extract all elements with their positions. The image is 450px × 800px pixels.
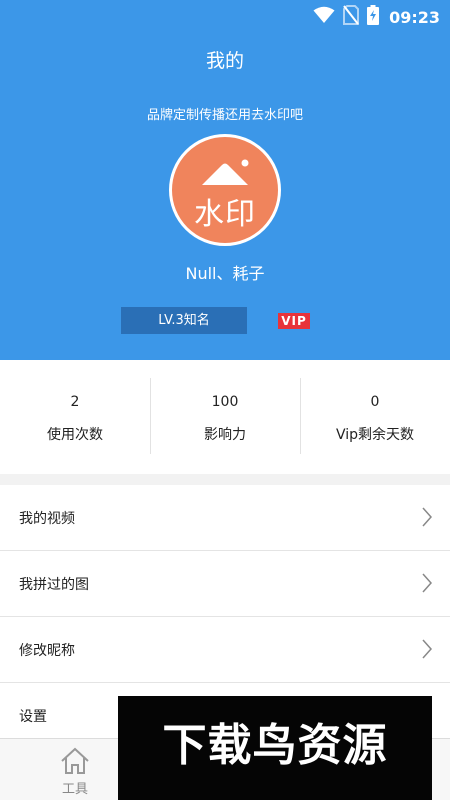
- mountain-image-icon: [202, 159, 249, 185]
- page-title: 我的: [205, 50, 244, 72]
- nickname: Null、耗子: [185, 264, 265, 283]
- menu-item-label: 我拼过的图: [19, 577, 89, 593]
- avatar-text: 水印: [194, 197, 256, 232]
- avatar[interactable]: 水印: [169, 134, 281, 246]
- menu-item-edit-nickname[interactable]: 修改昵称: [0, 617, 450, 683]
- stat-label: 使用次数: [47, 427, 103, 443]
- menu-item-label: 修改昵称: [19, 643, 75, 659]
- home-icon: [61, 747, 89, 774]
- slogan: 品牌定制传播还用去水印吧: [146, 108, 303, 123]
- watermark-banner: 下载鸟资源: [118, 696, 432, 800]
- menu-item-my-videos[interactable]: 我的视频: [0, 485, 450, 551]
- level-badge: LV.3知名: [121, 307, 247, 334]
- stat-influence: 100 影响力: [150, 360, 300, 474]
- profile-header: 09:23 我的 品牌定制传播还用去水印吧 水印 Null、耗子 LV.3知名 …: [0, 0, 450, 360]
- menu-item-my-collages[interactable]: 我拼过的图: [0, 551, 450, 617]
- stat-value: 0: [370, 394, 380, 410]
- chevron-right-icon: [422, 573, 432, 593]
- chevron-right-icon: [422, 507, 432, 527]
- battery-charging-icon: [367, 5, 380, 29]
- status-time: 09:23: [389, 7, 440, 27]
- stat-value: 100: [211, 394, 239, 410]
- chevron-right-icon: [422, 639, 432, 659]
- stat-label: Vip剩余天数: [335, 427, 415, 443]
- wifi-icon: [313, 6, 335, 28]
- menu-item-label: 设置: [19, 709, 47, 725]
- stats-panel: 2 使用次数 100 影响力 0 Vip剩余天数: [0, 360, 450, 474]
- status-bar: 09:23: [0, 0, 450, 30]
- stat-label: 影响力: [204, 427, 246, 443]
- stat-value: 2: [70, 394, 80, 410]
- stat-usage-count: 2 使用次数: [0, 360, 150, 474]
- vip-badge: VIP: [278, 313, 310, 329]
- stat-vip-days: 0 Vip剩余天数: [300, 360, 450, 474]
- no-sim-icon: [343, 5, 360, 29]
- menu-item-label: 我的视频: [19, 511, 75, 527]
